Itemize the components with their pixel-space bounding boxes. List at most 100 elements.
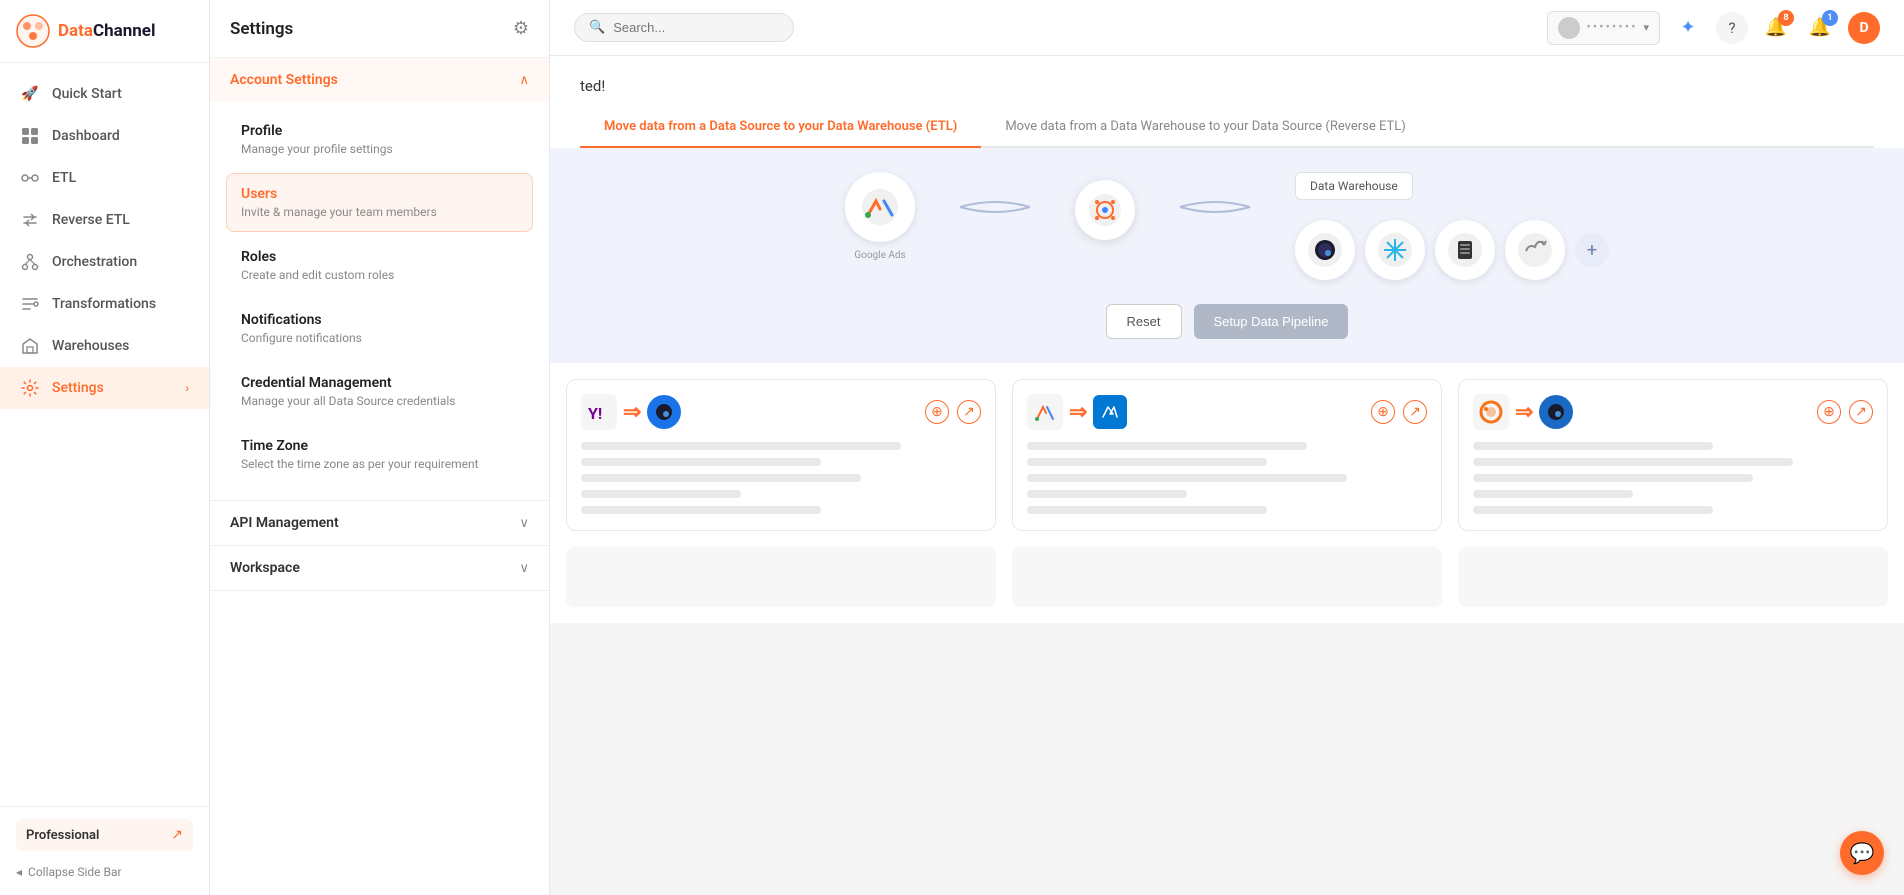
- card-3-line-3: [1473, 474, 1753, 482]
- wh-node-qs: [1295, 220, 1355, 280]
- card-placeholder-1: [566, 547, 996, 607]
- pipeline-connector-right: [1175, 192, 1255, 222]
- sidebar-bottom: Professional ↗ ◂ Collapse Side Bar: [0, 806, 209, 895]
- users-title: Users: [241, 186, 518, 202]
- card-1-add-icon[interactable]: ⊕: [925, 400, 949, 424]
- card-2-add-icon[interactable]: ⊕: [1371, 400, 1395, 424]
- wh-node-redshift: [1435, 220, 1495, 280]
- account-settings-chevron-icon: ∧: [519, 73, 529, 88]
- chat-icon: 💬: [1850, 841, 1875, 865]
- sidebar-item-settings[interactable]: Settings ›: [0, 367, 209, 409]
- settings-item-notifications[interactable]: Notifications Configure notifications: [226, 299, 533, 358]
- card-2-source-icon: [1027, 394, 1063, 430]
- profile-desc: Manage your profile settings: [241, 142, 518, 156]
- collapse-icon: ◂: [16, 865, 22, 879]
- workspace-chevron-icon: ▾: [1643, 21, 1649, 34]
- roles-desc: Create and edit custom roles: [241, 268, 518, 282]
- reset-button[interactable]: Reset: [1106, 304, 1182, 339]
- notifications-icon-button[interactable]: 🔔 8: [1760, 12, 1792, 44]
- sidebar-nav: 🚀 Quick Start Dashboard ETL Reverse ETL: [0, 63, 209, 806]
- wh-node-snowflake: [1365, 220, 1425, 280]
- profile-title: Profile: [241, 123, 518, 139]
- settings-item-profile[interactable]: Profile Manage your profile settings: [226, 110, 533, 169]
- api-management-label: API Management: [230, 515, 339, 531]
- search-input[interactable]: [613, 20, 773, 35]
- card-2-line-1: [1027, 442, 1307, 450]
- alerts-icon-button[interactable]: 🔔 1: [1804, 12, 1836, 44]
- workspace-name: ••••••••: [1586, 20, 1637, 35]
- tab-row: Move data from a Data Source to your Dat…: [580, 107, 1874, 148]
- reverse-etl-icon: [20, 210, 40, 230]
- card-2-line-4: [1027, 490, 1187, 498]
- chat-bubble-button[interactable]: 💬: [1840, 831, 1884, 875]
- card-3-line-2: [1473, 458, 1793, 466]
- notification-badge: 8: [1778, 10, 1794, 26]
- sidebar-item-orchestration[interactable]: Orchestration: [0, 241, 209, 283]
- timezone-title: Time Zone: [241, 438, 518, 454]
- settings-panel: Settings ⚙ Account Settings ∧ Profile Ma…: [210, 0, 550, 895]
- cards-area: Y! ⇒ ⊕: [550, 363, 1904, 547]
- account-settings-items: Profile Manage your profile settings Use…: [210, 102, 549, 500]
- card-3-add-icon[interactable]: ⊕: [1817, 400, 1841, 424]
- wh-node-mysql: [1505, 220, 1565, 280]
- account-settings-header[interactable]: Account Settings ∧: [210, 58, 549, 102]
- sidebar-item-etl[interactable]: ETL: [0, 157, 209, 199]
- tab-etl[interactable]: Move data from a Data Source to your Dat…: [580, 107, 981, 148]
- settings-item-users[interactable]: Users Invite & manage your team members: [226, 173, 533, 232]
- pipeline-card-2: ⇒ ⊕ ↗: [1012, 379, 1442, 531]
- sidebar-item-reverse-etl[interactable]: Reverse ETL: [0, 199, 209, 241]
- sidebar-item-transformations[interactable]: Transformations: [0, 283, 209, 325]
- alert-badge: 1: [1822, 10, 1838, 26]
- svg-text:Y!: Y!: [588, 404, 602, 423]
- brand-name: DataChannel: [58, 21, 155, 41]
- notifications-desc: Configure notifications: [241, 331, 518, 345]
- card-3-line-1: [1473, 442, 1713, 450]
- credential-desc: Manage your all Data Source credentials: [241, 394, 518, 408]
- card-1-header: Y! ⇒ ⊕: [581, 394, 981, 430]
- workspace-avatar: [1558, 17, 1580, 39]
- sidebar-item-warehouses[interactable]: Warehouses: [0, 325, 209, 367]
- account-settings-section: Account Settings ∧ Profile Manage your p…: [210, 58, 549, 501]
- cards-row-2: [550, 547, 1904, 623]
- collapse-sidebar-button[interactable]: ◂ Collapse Side Bar: [16, 861, 193, 883]
- logo-icon: [16, 14, 50, 48]
- sidebar-item-dashboard[interactable]: Dashboard: [0, 115, 209, 157]
- settings-item-timezone[interactable]: Time Zone Select the time zone as per yo…: [226, 425, 533, 484]
- add-warehouse-button[interactable]: +: [1575, 233, 1609, 267]
- settings-item-roles[interactable]: Roles Create and edit custom roles: [226, 236, 533, 295]
- user-avatar[interactable]: D: [1848, 12, 1880, 44]
- card-2-external-link-icon[interactable]: ↗: [1403, 400, 1427, 424]
- settings-panel-title: Settings: [230, 19, 293, 39]
- sidebar-item-quickstart[interactable]: 🚀 Quick Start: [0, 73, 209, 115]
- pipeline-section: Google Ads: [550, 148, 1904, 363]
- pipeline-connector-left: [955, 192, 1035, 222]
- ai-icon-button[interactable]: ✦: [1672, 12, 1704, 44]
- tab-reverse-etl[interactable]: Move data from a Data Warehouse to your …: [981, 107, 1429, 148]
- dw-label: Data Warehouse: [1295, 172, 1413, 200]
- orchestration-icon: [20, 252, 40, 272]
- workspace-selector[interactable]: •••••••• ▾: [1547, 11, 1660, 45]
- connector-node: [1075, 180, 1135, 240]
- api-management-section: API Management ∨: [210, 501, 549, 546]
- card-2-icons: ⇒: [1027, 394, 1127, 430]
- search-bar[interactable]: 🔍: [574, 13, 794, 42]
- card-3-line-4: [1473, 490, 1633, 498]
- source-label: Google Ads: [854, 250, 905, 261]
- card-placeholder-2: [1012, 547, 1442, 607]
- settings-gear-icon[interactable]: ⚙: [513, 18, 529, 39]
- api-management-header[interactable]: API Management ∨: [210, 501, 549, 545]
- professional-badge[interactable]: Professional ↗: [16, 819, 193, 851]
- workspace-header[interactable]: Workspace ∨: [210, 546, 549, 590]
- card-2-content: [1027, 440, 1427, 516]
- help-icon-button[interactable]: ?: [1716, 12, 1748, 44]
- card-1-external-link-icon[interactable]: ↗: [957, 400, 981, 424]
- warehouse-nodes: +: [1295, 220, 1609, 280]
- card-2-line-5: [1027, 506, 1267, 514]
- pipeline-buttons: Reset Setup Data Pipeline: [574, 304, 1880, 339]
- setup-pipeline-button[interactable]: Setup Data Pipeline: [1194, 304, 1349, 339]
- settings-item-credential-management[interactable]: Credential Management Manage your all Da…: [226, 362, 533, 421]
- card-1-dest-icon: [647, 395, 681, 429]
- card-3-external-link-icon[interactable]: ↗: [1849, 400, 1873, 424]
- external-link-icon: ↗: [171, 827, 183, 843]
- card-1-actions: ⊕ ↗: [925, 400, 981, 424]
